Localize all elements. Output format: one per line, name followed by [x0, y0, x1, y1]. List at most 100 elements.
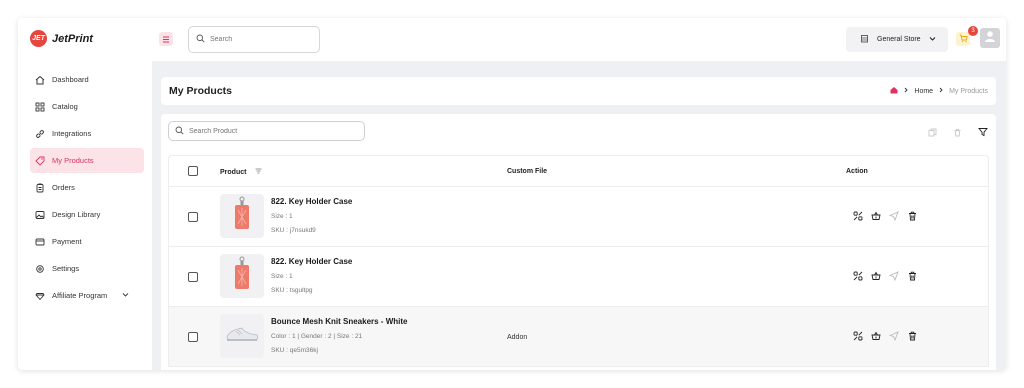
breadcrumb-home-link[interactable]: Home: [914, 88, 933, 95]
sidebar-item-dashboard[interactable]: Dashboard: [30, 67, 144, 92]
delete-icon[interactable]: [953, 124, 962, 142]
store-icon: [860, 34, 869, 45]
tag-icon: [35, 156, 45, 166]
table-header: Product Custom File Action: [168, 155, 989, 187]
column-header-custom-file: Custom File: [507, 168, 548, 175]
table-toolbar: [928, 124, 988, 142]
sidebar-item-label: Payment: [52, 237, 82, 246]
page-header: My Products Home My Products: [161, 77, 996, 105]
column-header-product[interactable]: Product: [220, 168, 262, 176]
select-all-checkbox[interactable]: [188, 166, 198, 176]
order-basket-icon[interactable]: [871, 211, 881, 221]
card-icon: [35, 237, 45, 247]
chevron-down-icon[interactable]: [122, 291, 129, 300]
sneaker-image: [224, 324, 260, 349]
filter-icon[interactable]: [978, 124, 988, 142]
cart-button[interactable]: [956, 32, 970, 46]
delete-icon[interactable]: [907, 331, 917, 341]
store-name: General Store: [877, 36, 921, 43]
breadcrumb: Home My Products: [890, 86, 988, 96]
sidebar-item-orders[interactable]: Orders: [30, 175, 144, 200]
row-actions: [853, 271, 917, 281]
product-name[interactable]: 822. Key Holder Case: [271, 197, 352, 206]
sidebar-item-label: Orders: [52, 183, 75, 192]
column-label: Product: [220, 168, 247, 176]
product-search[interactable]: [168, 121, 365, 141]
product-info: 822. Key Holder Case Size : 1 SKU : j7ns…: [271, 197, 352, 238]
search-icon: [175, 126, 184, 137]
page-title: My Products: [169, 85, 233, 97]
home-icon[interactable]: [890, 86, 898, 96]
menu-toggle-button[interactable]: [159, 32, 173, 46]
row-actions: [853, 331, 917, 341]
order-basket-icon[interactable]: [871, 271, 881, 281]
product-name[interactable]: 822. Key Holder Case: [271, 257, 352, 266]
logo[interactable]: JET JetPrint: [30, 30, 93, 47]
table-row[interactable]: 822. Key Holder Case Size : 1 SKU : j7ns…: [168, 187, 989, 247]
products-table: Product Custom File Action 822. Key Hold…: [168, 155, 989, 370]
app-window: JET JetPrint Dashboard Catalog Integrati…: [18, 18, 1006, 370]
product-name[interactable]: Bounce Mesh Knit Sneakers - White: [271, 317, 407, 326]
sidebar-item-affiliate-program[interactable]: Affiliate Program: [30, 283, 144, 308]
hamburger-icon: [162, 30, 170, 48]
image-icon: [35, 210, 45, 220]
order-basket-icon[interactable]: [871, 331, 881, 341]
link-icon: [35, 129, 45, 139]
user-icon: [983, 29, 997, 48]
sidebar-item-label: Integrations: [52, 129, 92, 138]
sidebar-item-payment[interactable]: Payment: [30, 229, 144, 254]
sidebar-item-my-products[interactable]: My Products: [30, 148, 144, 173]
gear-icon: [35, 264, 45, 274]
delete-icon[interactable]: [907, 211, 917, 221]
edit-design-icon[interactable]: [853, 271, 863, 281]
custom-file-cell: Addon: [507, 334, 528, 341]
product-variant: Size : 1: [271, 273, 293, 280]
avatar[interactable]: [980, 28, 1000, 48]
row-checkbox[interactable]: [188, 212, 198, 222]
global-search[interactable]: [188, 26, 320, 53]
duplicate-icon[interactable]: [928, 124, 937, 142]
sidebar-item-design-library[interactable]: Design Library: [30, 202, 144, 227]
column-header-action: Action: [846, 168, 868, 175]
sidebar-item-label: My Products: [52, 156, 94, 165]
keyholder-image: [232, 196, 252, 237]
row-checkbox[interactable]: [188, 332, 198, 342]
chevron-right-icon: [938, 87, 944, 95]
publish-icon[interactable]: [889, 331, 899, 341]
sort-icon[interactable]: [255, 168, 262, 176]
top-bar: General Store 3: [152, 18, 1006, 61]
search-icon: [196, 34, 205, 45]
edit-design-icon[interactable]: [853, 211, 863, 221]
publish-icon[interactable]: [889, 271, 899, 281]
edit-design-icon[interactable]: [853, 331, 863, 341]
cart-count-badge: 3: [968, 26, 978, 36]
sidebar-item-label: Dashboard: [52, 75, 89, 84]
sidebar-item-catalog[interactable]: Catalog: [30, 94, 144, 119]
product-sku: SKU : j7nsukd9: [271, 227, 316, 234]
product-sku: SKU : qe5m36kj: [271, 347, 318, 354]
row-actions: [853, 211, 917, 221]
logo-text: JetPrint: [52, 32, 93, 45]
product-search-input[interactable]: [189, 127, 289, 135]
product-info: 822. Key Holder Case Size : 1 SKU : tsgu…: [271, 257, 352, 298]
store-selector[interactable]: General Store: [846, 27, 948, 52]
search-input[interactable]: [210, 36, 310, 43]
table-row[interactable]: 822. Key Holder Case Size : 1 SKU : tsgu…: [168, 247, 989, 307]
product-info: Bounce Mesh Knit Sneakers - White Color …: [271, 317, 407, 358]
product-thumbnail[interactable]: [220, 194, 264, 238]
sidebar-item-settings[interactable]: Settings: [30, 256, 144, 281]
diamond-icon: [35, 291, 45, 301]
product-thumbnail[interactable]: [220, 254, 264, 298]
table-row[interactable]: Bounce Mesh Knit Sneakers - White Color …: [168, 307, 989, 367]
row-checkbox[interactable]: [188, 272, 198, 282]
sidebar-item-label: Design Library: [52, 210, 101, 219]
cart-icon: [959, 30, 968, 48]
delete-icon[interactable]: [907, 271, 917, 281]
product-thumbnail[interactable]: [220, 314, 264, 358]
publish-icon[interactable]: [889, 211, 899, 221]
chevron-right-icon: [903, 87, 909, 95]
product-variant: Color : 1 | Gender : 2 | Size : 21: [271, 333, 363, 340]
sidebar-item-label: Settings: [52, 264, 80, 273]
sidebar-item-integrations[interactable]: Integrations: [30, 121, 144, 146]
breadcrumb-current: My Products: [949, 87, 988, 95]
